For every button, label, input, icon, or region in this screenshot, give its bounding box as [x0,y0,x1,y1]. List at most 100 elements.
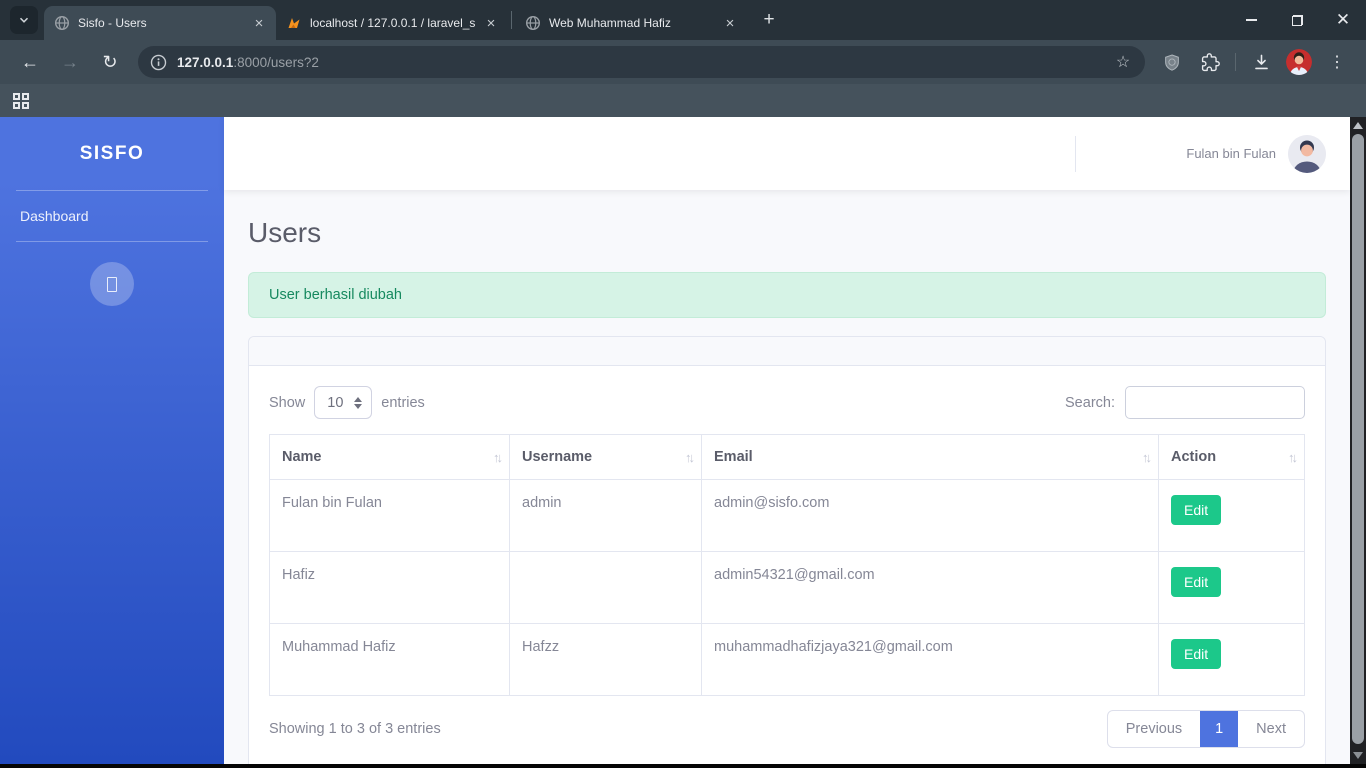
address-bar[interactable]: 127.0.0.1:8000/users?2 ☆ [138,46,1145,78]
minimize-icon [1245,19,1257,21]
window-bottom-edge [0,764,1366,768]
download-icon [1254,54,1268,69]
search-label: Search: [1065,394,1115,411]
content: Users User berhasil diubah Show 10 entri… [224,190,1350,764]
tab-separator [511,11,512,29]
user-avatar[interactable] [1288,134,1326,173]
edit-button[interactable]: Edit [1171,495,1222,525]
scroll-down-icon[interactable] [1353,752,1363,759]
user-menu[interactable]: Fulan bin Fulan [1186,134,1326,173]
extensions-button[interactable] [1194,46,1226,78]
globe-icon [525,15,541,31]
page-length-value: 10 [327,394,344,411]
next-page-button[interactable]: Next [1238,711,1304,747]
users-card: Show 10 entries Search: Name ↑↓ Username… [248,336,1326,764]
page-length-select[interactable]: 10 [314,386,373,419]
search-control: Search: [1065,386,1305,419]
card-body: Show 10 entries Search: Name ↑↓ Username… [249,366,1325,764]
phpmyadmin-icon [288,18,300,28]
column-header-action[interactable]: Action ↑↓ [1158,434,1305,480]
users-table: Name ↑↓ Username ↑↓ Email ↑↓ Action ↑↓ Fulan… [269,434,1305,696]
tab-title: Sisfo - Users [78,16,147,30]
restore-button[interactable] [1274,0,1320,40]
tab-web-muhammad-hafiz[interactable]: Web Muhammad Hafiz × [515,6,747,40]
tab-phpmyadmin[interactable]: localhost / 127.0.0.1 / laravel_si × [276,6,508,40]
back-button[interactable]: ← [13,45,47,79]
adblock-shield-button[interactable] [1156,46,1188,78]
browser-toolbar: ← → ↻ 127.0.0.1:8000/users?2 ☆ ⋮ [0,40,1366,84]
minimize-button[interactable] [1228,0,1274,40]
page-length-control: Show 10 entries [269,386,425,419]
column-header-username[interactable]: Username ↑↓ [509,434,702,480]
edit-button[interactable]: Edit [1171,639,1222,669]
window-controls: ✕ [1228,0,1366,40]
avatar-illustration-icon [1288,134,1326,173]
profile-avatar-icon [1286,49,1312,75]
column-header-name[interactable]: Name ↑↓ [269,434,510,480]
downloads-button[interactable] [1245,46,1277,78]
table-info: Showing 1 to 3 of 3 entries [269,721,441,737]
cell-email: admin54321@gmail.com [701,551,1159,624]
new-tab-button[interactable]: + [755,6,783,34]
site-info-icon[interactable] [150,54,167,71]
entries-label: entries [381,394,425,411]
cell-username: admin [509,479,702,552]
puzzle-icon [1201,52,1220,71]
cell-email: muhammadhafizjaya321@gmail.com [701,623,1159,696]
url-text: 127.0.0.1:8000/users?2 [177,55,1109,70]
cell-name: Hafiz [269,551,510,624]
cell-email: admin@sisfo.com [701,479,1159,552]
sort-icon: ↑↓ [1142,450,1152,465]
select-arrows-icon [354,396,363,409]
sort-icon: ↑↓ [1288,450,1298,465]
page-title: Users [248,217,322,248]
search-input[interactable] [1125,386,1305,419]
sort-icon: ↑↓ [493,450,503,465]
apps-grid-icon[interactable] [13,92,29,109]
sidebar: SISFO Dashboard [0,117,224,764]
restore-icon [1291,14,1303,26]
bookmarks-bar [0,84,1366,117]
table-header-row: Name ↑↓ Username ↑↓ Email ↑↓ Action ↑↓ [269,434,1305,480]
datatable-footer: Showing 1 to 3 of 3 entries Previous 1 N… [269,710,1305,764]
sidebar-brand[interactable]: SISFO [0,117,224,190]
close-window-button[interactable]: ✕ [1320,0,1366,40]
sidebar-item-dashboard[interactable]: Dashboard [0,191,224,241]
shield-icon [1165,53,1179,71]
reload-button[interactable]: ↻ [93,45,127,79]
page-1-button[interactable]: 1 [1200,711,1239,747]
forward-button[interactable]: → [53,45,87,79]
browser-profile-avatar[interactable] [1286,49,1312,75]
cell-action: Edit [1158,623,1305,696]
scrollbar-thumb[interactable] [1352,134,1364,744]
table-row: Fulan bin Fulan admin admin@sisfo.com Ed… [269,479,1305,552]
close-tab-icon[interactable]: × [250,14,268,32]
url-path: :8000/users?2 [233,54,319,70]
datatable-controls: Show 10 entries Search: [269,386,1305,419]
toolbar-separator [1235,53,1236,71]
sidebar-toggle-button[interactable] [90,262,134,306]
column-header-email[interactable]: Email ↑↓ [701,434,1159,480]
page-scrollbar[interactable] [1350,117,1366,764]
close-tab-icon[interactable]: × [721,14,739,32]
cell-action: Edit [1158,551,1305,624]
topbar: Fulan bin Fulan [224,117,1350,190]
tab-sisfo-users[interactable]: Sisfo - Users × [44,6,276,40]
show-label: Show [269,394,306,411]
table-row: Hafiz admin54321@gmail.com Edit [269,551,1305,624]
cell-username: Hafzz [509,623,702,696]
pagination: Previous 1 Next [1106,710,1305,748]
success-alert: User berhasil diubah [248,272,1326,318]
browser-menu-button[interactable]: ⋮ [1321,46,1353,78]
tab-search-button[interactable] [10,6,38,34]
card-header [249,337,1325,366]
previous-page-button[interactable]: Previous [1108,711,1200,747]
close-tab-icon[interactable]: × [482,14,500,32]
scroll-up-icon[interactable] [1353,122,1363,129]
sidebar-divider [16,241,208,242]
main-area: Fulan bin Fulan Users User berhasil diub… [224,117,1350,764]
edit-button[interactable]: Edit [1171,567,1222,597]
sort-icon: ↑↓ [685,450,695,465]
url-host: 127.0.0.1 [177,54,234,70]
bookmark-star-icon[interactable]: ☆ [1109,48,1137,76]
